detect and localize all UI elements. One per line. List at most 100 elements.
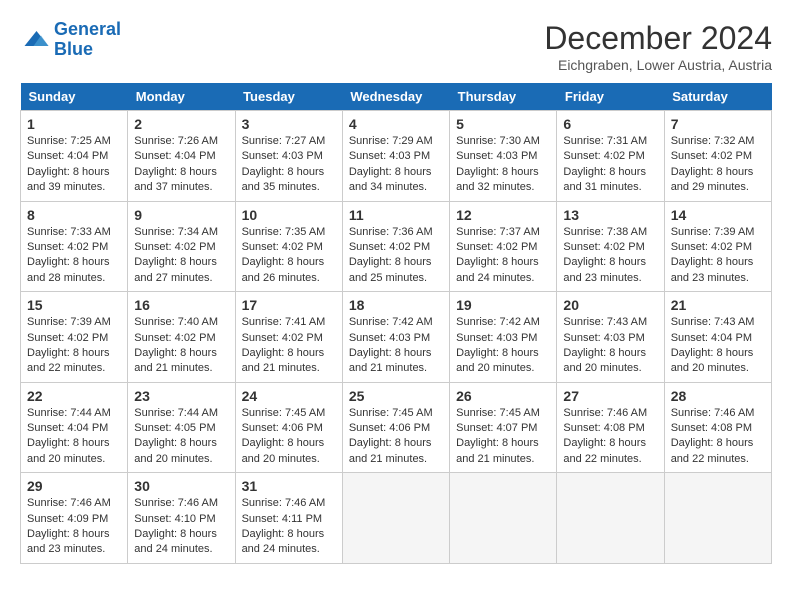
cell-info: Sunrise: 7:40 AMSunset: 4:02 PMDaylight:… (134, 316, 218, 374)
cell-info: Sunrise: 7:29 AMSunset: 4:03 PMDaylight:… (349, 135, 433, 193)
day-number: 31 (242, 478, 336, 494)
calendar-cell: 16 Sunrise: 7:40 AMSunset: 4:02 PMDayligh… (128, 292, 235, 383)
day-number: 11 (349, 207, 443, 223)
calendar-cell: 26 Sunrise: 7:45 AMSunset: 4:07 PMDayligh… (450, 382, 557, 473)
col-monday: Monday (128, 83, 235, 111)
day-number: 28 (671, 388, 765, 404)
cell-info: Sunrise: 7:35 AMSunset: 4:02 PMDaylight:… (242, 226, 326, 284)
cell-info: Sunrise: 7:39 AMSunset: 4:02 PMDaylight:… (671, 226, 755, 284)
col-wednesday: Wednesday (342, 83, 449, 111)
calendar-cell: 21Sunrise: 7:43 AMSunset: 4:04 PMDayligh… (664, 292, 771, 383)
col-tuesday: Tuesday (235, 83, 342, 111)
month-title: December 2024 (544, 20, 772, 57)
calendar-cell: 10 Sunrise: 7:35 AMSunset: 4:02 PMDayligh… (235, 201, 342, 292)
cell-info: Sunrise: 7:26 AMSunset: 4:04 PMDaylight:… (134, 135, 218, 193)
cell-info: Sunrise: 7:25 AMSunset: 4:04 PMDaylight:… (27, 135, 111, 193)
calendar-cell: 3 Sunrise: 7:27 AMSunset: 4:03 PMDaylight… (235, 111, 342, 202)
cell-info: Sunrise: 7:42 AMSunset: 4:03 PMDaylight:… (349, 316, 433, 374)
logo-text: General Blue (54, 20, 121, 60)
day-number: 27 (563, 388, 657, 404)
day-number: 17 (242, 297, 336, 313)
calendar-cell (450, 473, 557, 564)
cell-info: Sunrise: 7:44 AMSunset: 4:05 PMDaylight:… (134, 407, 218, 465)
logo: General Blue (20, 20, 121, 60)
col-sunday: Sunday (21, 83, 128, 111)
cell-info: Sunrise: 7:45 AMSunset: 4:06 PMDaylight:… (242, 407, 326, 465)
calendar-cell: 1 Sunrise: 7:25 AMSunset: 4:04 PMDaylight… (21, 111, 128, 202)
week-row-5: 29Sunrise: 7:46 AMSunset: 4:09 PMDayligh… (21, 473, 772, 564)
week-row-2: 8Sunrise: 7:33 AMSunset: 4:02 PMDaylight… (21, 201, 772, 292)
calendar-cell (557, 473, 664, 564)
day-number: 15 (27, 297, 121, 313)
title-block: December 2024 Eichgraben, Lower Austria,… (544, 20, 772, 73)
day-number: 2 (134, 116, 228, 132)
day-number: 5 (456, 116, 550, 132)
logo-icon (20, 25, 50, 55)
day-number: 26 (456, 388, 550, 404)
cell-info: Sunrise: 7:44 AMSunset: 4:04 PMDaylight:… (27, 407, 111, 465)
day-number: 29 (27, 478, 121, 494)
calendar-cell: 6 Sunrise: 7:31 AMSunset: 4:02 PMDaylight… (557, 111, 664, 202)
page-header: General Blue December 2024 Eichgraben, L… (20, 20, 772, 73)
calendar-cell (342, 473, 449, 564)
calendar-cell: 19 Sunrise: 7:42 AMSunset: 4:03 PMDayligh… (450, 292, 557, 383)
cell-info: Sunrise: 7:41 AMSunset: 4:02 PMDaylight:… (242, 316, 326, 374)
calendar-cell: 12Sunrise: 7:37 AMSunset: 4:02 PMDayligh… (450, 201, 557, 292)
day-number: 21 (671, 297, 765, 313)
calendar-cell: 4 Sunrise: 7:29 AMSunset: 4:03 PMDaylight… (342, 111, 449, 202)
calendar-cell (664, 473, 771, 564)
calendar-cell: 27 Sunrise: 7:46 AMSunset: 4:08 PMDayligh… (557, 382, 664, 473)
cell-info: Sunrise: 7:46 AMSunset: 4:08 PMDaylight:… (563, 407, 647, 465)
calendar-cell: 13Sunrise: 7:38 AMSunset: 4:02 PMDayligh… (557, 201, 664, 292)
cell-info: Sunrise: 7:27 AMSunset: 4:03 PMDaylight:… (242, 135, 326, 193)
cell-info: Sunrise: 7:43 AMSunset: 4:03 PMDaylight:… (563, 316, 647, 374)
calendar-table: Sunday Monday Tuesday Wednesday Thursday… (20, 83, 772, 564)
col-friday: Friday (557, 83, 664, 111)
day-number: 19 (456, 297, 550, 313)
col-saturday: Saturday (664, 83, 771, 111)
calendar-cell: 18Sunrise: 7:42 AMSunset: 4:03 PMDayligh… (342, 292, 449, 383)
day-number: 20 (563, 297, 657, 313)
calendar-cell: 20 Sunrise: 7:43 AMSunset: 4:03 PMDayligh… (557, 292, 664, 383)
calendar-cell: 9 Sunrise: 7:34 AMSunset: 4:02 PMDaylight… (128, 201, 235, 292)
day-number: 24 (242, 388, 336, 404)
calendar-cell: 23 Sunrise: 7:44 AMSunset: 4:05 PMDayligh… (128, 382, 235, 473)
day-number: 1 (27, 116, 121, 132)
calendar-cell: 22 Sunrise: 7:44 AMSunset: 4:04 PMDayligh… (21, 382, 128, 473)
calendar-cell: 7Sunrise: 7:32 AMSunset: 4:02 PMDaylight… (664, 111, 771, 202)
cell-info: Sunrise: 7:42 AMSunset: 4:03 PMDaylight:… (456, 316, 540, 374)
day-number: 25 (349, 388, 443, 404)
week-row-3: 15 Sunrise: 7:39 AMSunset: 4:02 PMDayligh… (21, 292, 772, 383)
cell-info: Sunrise: 7:37 AMSunset: 4:02 PMDaylight:… (456, 226, 540, 284)
cell-info: Sunrise: 7:34 AMSunset: 4:02 PMDaylight:… (134, 226, 218, 284)
day-number: 9 (134, 207, 228, 223)
calendar-cell: 2 Sunrise: 7:26 AMSunset: 4:04 PMDaylight… (128, 111, 235, 202)
day-number: 16 (134, 297, 228, 313)
day-number: 14 (671, 207, 765, 223)
cell-info: Sunrise: 7:46 AMSunset: 4:10 PMDaylight:… (134, 497, 218, 555)
day-number: 22 (27, 388, 121, 404)
header-row: Sunday Monday Tuesday Wednesday Thursday… (21, 83, 772, 111)
calendar-cell: 24 Sunrise: 7:45 AMSunset: 4:06 PMDayligh… (235, 382, 342, 473)
week-row-4: 22 Sunrise: 7:44 AMSunset: 4:04 PMDayligh… (21, 382, 772, 473)
calendar-cell: 25Sunrise: 7:45 AMSunset: 4:06 PMDayligh… (342, 382, 449, 473)
cell-info: Sunrise: 7:46 AMSunset: 4:08 PMDaylight:… (671, 407, 755, 465)
day-number: 3 (242, 116, 336, 132)
cell-info: Sunrise: 7:45 AMSunset: 4:07 PMDaylight:… (456, 407, 540, 465)
calendar-cell: 17 Sunrise: 7:41 AMSunset: 4:02 PMDayligh… (235, 292, 342, 383)
cell-info: Sunrise: 7:31 AMSunset: 4:02 PMDaylight:… (563, 135, 647, 193)
calendar-cell: 28 Sunrise: 7:46 AMSunset: 4:08 PMDayligh… (664, 382, 771, 473)
cell-info: Sunrise: 7:30 AMSunset: 4:03 PMDaylight:… (456, 135, 540, 193)
calendar-cell: 8Sunrise: 7:33 AMSunset: 4:02 PMDaylight… (21, 201, 128, 292)
day-number: 13 (563, 207, 657, 223)
calendar-cell: 11Sunrise: 7:36 AMSunset: 4:02 PMDayligh… (342, 201, 449, 292)
cell-info: Sunrise: 7:39 AMSunset: 4:02 PMDaylight:… (27, 316, 111, 374)
day-number: 4 (349, 116, 443, 132)
day-number: 10 (242, 207, 336, 223)
calendar-cell: 14 Sunrise: 7:39 AMSunset: 4:02 PMDayligh… (664, 201, 771, 292)
day-number: 6 (563, 116, 657, 132)
calendar-cell: 31Sunrise: 7:46 AMSunset: 4:11 PMDayligh… (235, 473, 342, 564)
day-number: 23 (134, 388, 228, 404)
calendar-cell: 30Sunrise: 7:46 AMSunset: 4:10 PMDayligh… (128, 473, 235, 564)
cell-info: Sunrise: 7:33 AMSunset: 4:02 PMDaylight:… (27, 226, 111, 284)
